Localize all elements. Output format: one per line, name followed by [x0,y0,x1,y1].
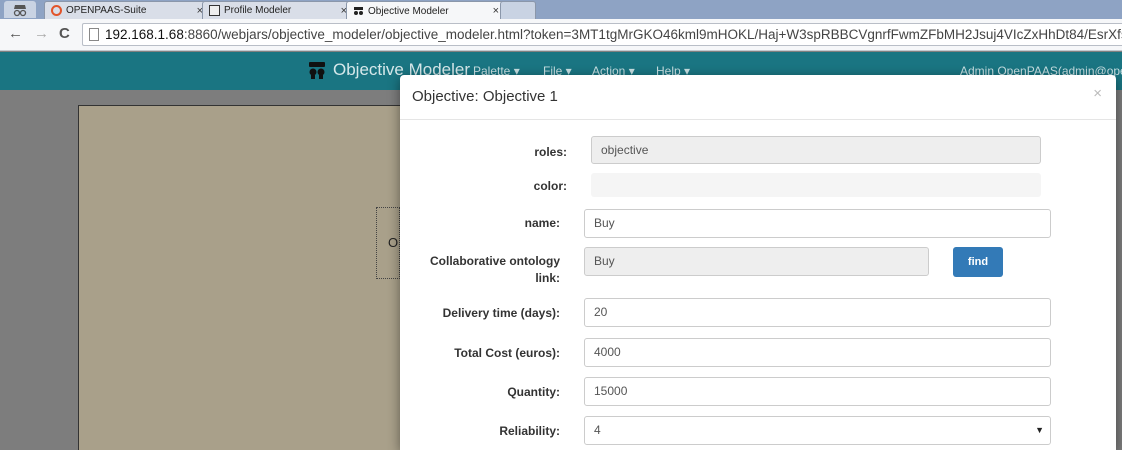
roles-field[interactable]: objective [591,136,1041,164]
new-tab-button[interactable] [500,1,536,19]
color-field[interactable] [591,173,1041,197]
chevron-down-icon: ▼ [1035,425,1044,435]
color-label: color: [533,179,567,193]
quantity-label: Quantity: [507,385,560,399]
node-label: O [388,235,399,250]
delivery-time-input[interactable]: 20 [584,298,1051,327]
roles-label: roles: [534,145,567,159]
tab-title: Objective Modeler [368,5,449,17]
address-bar[interactable]: 192.168.1.68 :8860/webjars/objective_mod… [82,23,1122,46]
back-icon[interactable]: ← [8,26,23,42]
tab-objective-modeler[interactable]: Objective Modeler × [346,1,506,20]
reload-icon[interactable]: C [59,26,70,42]
close-icon[interactable]: × [493,5,499,17]
incognito-icon [4,1,36,18]
url-path: :8860/webjars/objective_modeler/objectiv… [183,27,1122,42]
objective-favicon-icon [353,6,364,17]
cost-label: Total Cost (euros): [454,346,560,360]
url-host: 192.168.1.68 [105,27,184,42]
tab-title: OPENPAAS-Suite [66,5,147,16]
dialog-title: Objective: Objective 1 [412,88,558,105]
modeling-canvas[interactable] [78,105,408,450]
openpaas-favicon-icon [51,5,62,16]
quantity-input[interactable]: 15000 [584,377,1051,406]
reliability-value: 4 [594,423,601,437]
profile-favicon-icon [209,5,220,16]
tab-title: Profile Modeler [224,5,292,16]
browser-toolbar: ← → C 192.168.1.68 :8860/webjars/objecti… [0,19,1122,51]
ontology-label: Collaborative ontology link: [429,254,560,285]
dialog-header: Objective: Objective 1 × [400,75,1116,120]
find-button[interactable]: find [953,247,1003,277]
browser-tab-strip: OPENPAAS-Suite × Profile Modeler × Objec… [0,0,1122,20]
reliability-label: Reliability: [499,424,560,438]
close-icon[interactable]: × [1093,85,1102,102]
name-input[interactable]: Buy [584,209,1051,238]
page-icon [89,28,99,41]
tab-profile-modeler[interactable]: Profile Modeler × [202,1,354,19]
objective-logo-icon [307,60,327,80]
objective-dialog: Objective: Objective 1 × roles: objectiv… [400,75,1116,450]
delivery-label: Delivery time (days): [442,306,560,320]
forward-icon[interactable]: → [34,26,49,42]
name-label: name: [524,216,560,230]
total-cost-input[interactable]: 4000 [584,338,1051,367]
ontology-link-field[interactable]: Buy [584,247,929,276]
tab-openpaas-suite[interactable]: OPENPAAS-Suite × [44,1,210,19]
reliability-select[interactable]: 4 ▼ [584,416,1051,445]
